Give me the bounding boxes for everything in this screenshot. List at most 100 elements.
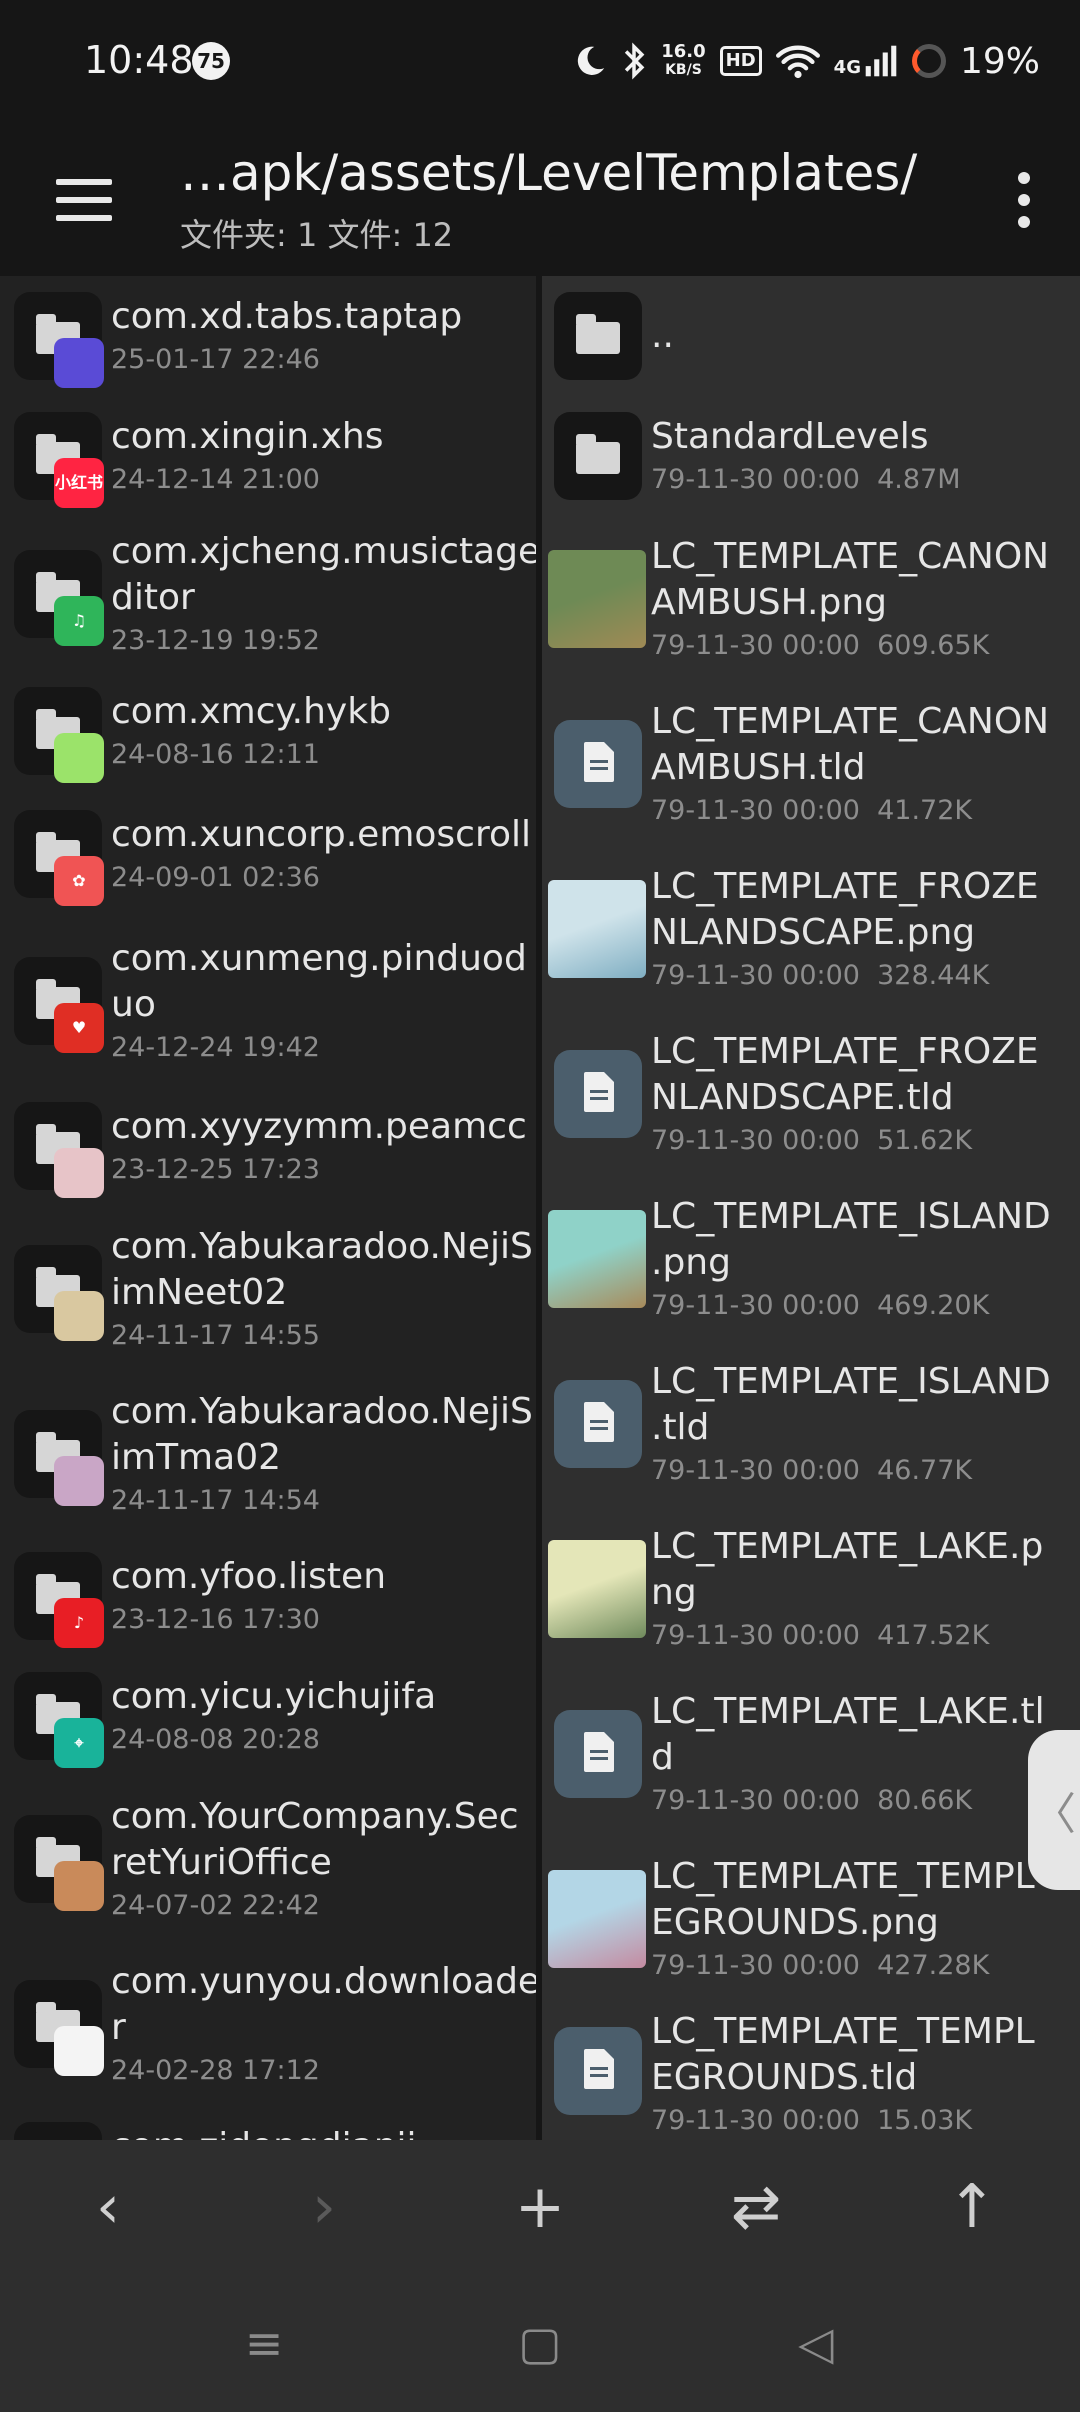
add-button[interactable]: + xyxy=(490,2157,590,2257)
item-name: com.Yabukaradoo.NejiS imTma02 xyxy=(111,1390,533,1478)
document-line xyxy=(590,2073,608,2077)
item-name: LC_TEMPLATE_ISLAND .tld xyxy=(651,1360,1051,1448)
app-icon xyxy=(54,733,104,783)
document-line xyxy=(590,1749,608,1753)
right-file-item[interactable]: LC_TEMPLATE_TEMPL EGROUNDS.tld 79-11-30 0… xyxy=(542,2001,1080,2140)
image-thumbnail xyxy=(548,1869,646,1968)
folder-icon xyxy=(554,412,642,500)
item-meta: 24-08-16 12:11 xyxy=(111,739,320,770)
moon-icon xyxy=(578,46,605,75)
image-thumbnail xyxy=(548,1539,646,1638)
item-name: com.xuncorp.emoscroll xyxy=(111,813,532,855)
document-icon xyxy=(554,1049,642,1138)
forward-button[interactable]: › xyxy=(274,2157,374,2257)
right-file-item[interactable]: LC_TEMPLATE_ISLAND .png 79-11-30 00:00 46… xyxy=(542,1176,1080,1341)
document-icon xyxy=(554,1709,642,1798)
system-back-button[interactable]: ◁ xyxy=(771,2298,861,2388)
folder-file-count: 文件夹: 1 文件: 12 xyxy=(180,216,454,254)
document-line xyxy=(590,2066,608,2070)
item-name: LC_TEMPLATE_CANON AMBUSH.png xyxy=(651,535,1050,623)
left-list-item[interactable]: ✿ com.xuncorp.emoscroll 24-09-01 02:36 xyxy=(0,791,536,916)
item-name: com.xmcy.hykb xyxy=(111,691,391,732)
item-meta: 23-12-16 17:30 xyxy=(111,1604,320,1635)
item-name: com.zidongdianji xyxy=(111,2124,417,2140)
left-list-item[interactable]: com.Yabukaradoo.NejiS imNeet02 24-11-17 1… xyxy=(0,1206,536,1371)
item-name: LC_TEMPLATE_FROZE NLANDSCAPE.png xyxy=(651,865,1039,953)
right-file-item[interactable]: LC_TEMPLATE_ISLAND .tld 79-11-30 00:00 46… xyxy=(542,1341,1080,1506)
image-thumbnail xyxy=(548,1209,646,1308)
item-meta: 79-11-30 00:00 328.44K xyxy=(651,959,990,991)
document-icon xyxy=(554,1379,642,1468)
item-meta: 79-11-30 00:00 4.87M xyxy=(651,464,961,495)
right-file-item[interactable]: LC_TEMPLATE_FROZE NLANDSCAPE.tld 79-11-30… xyxy=(542,1011,1080,1176)
app-icon xyxy=(54,1455,104,1506)
item-meta: 79-11-30 00:00 15.03K xyxy=(651,2105,973,2136)
item-meta: 79-11-30 00:00 427.28K xyxy=(651,1949,990,1981)
right-file-item[interactable]: LC_TEMPLATE_LAKE.p ng 79-11-30 00:00 417.… xyxy=(542,1506,1080,1671)
item-name: StandardLevels xyxy=(651,416,929,457)
item-meta: 79-11-30 00:00 80.66K xyxy=(651,1784,973,1816)
item-name: LC_TEMPLATE_CANON AMBUSH.tld xyxy=(651,700,1050,788)
network-type: 4G xyxy=(833,57,861,78)
network-speed-value: 16.0 xyxy=(661,41,706,62)
back-button[interactable]: ‹ xyxy=(58,2157,158,2257)
left-list-item[interactable]: com.xd.tabs.taptap 25-01-17 22:46 xyxy=(0,276,536,396)
left-list-item[interactable]: com.yunyou.downloade r 24-02-28 17:12 xyxy=(0,1941,536,2106)
right-file-item[interactable]: LC_TEMPLATE_FROZE NLANDSCAPE.png 79-11-30… xyxy=(542,846,1080,1011)
item-meta: 79-11-30 00:00 609.65K xyxy=(651,629,990,661)
document-icon xyxy=(554,2026,642,2115)
document-line xyxy=(590,1756,608,1760)
document-shape xyxy=(584,741,614,782)
left-list-item[interactable]: ⌖ com.yicu.yichujifa 24-08-08 20:28 xyxy=(0,1656,536,1776)
swap-panes-button[interactable]: ⇄ xyxy=(706,2157,806,2257)
app-icon: ♫ xyxy=(54,595,104,646)
item-name: com.xyyzymm.peamcc xyxy=(111,1106,527,1147)
item-meta: 23-12-25 17:23 xyxy=(111,1154,320,1185)
left-file-pane[interactable]: com.xd.tabs.taptap 25-01-17 22:46 小红书 com.x… xyxy=(0,276,536,2140)
parent-folder-button[interactable]: ↑ xyxy=(922,2157,1022,2257)
notification-count-badge: 75 xyxy=(192,42,230,80)
right-file-item[interactable]: LC_TEMPLATE_TEMPL EGROUNDS.png 79-11-30 0… xyxy=(542,1836,1080,2001)
image-thumbnail xyxy=(548,549,646,648)
recents-button[interactable]: ≡ xyxy=(219,2298,309,2388)
menu-button[interactable] xyxy=(44,164,124,236)
right-folder-item[interactable]: StandardLevels 79-11-30 00:00 4.87M xyxy=(542,396,1080,516)
item-name: com.yicu.yichujifa xyxy=(111,1676,437,1717)
item-name: com.yunyou.downloade r xyxy=(111,1960,536,2048)
left-list-item[interactable]: ♫ com.xjcheng.musictage ditor 23-12-19 19:… xyxy=(0,516,536,671)
bluetooth-icon xyxy=(625,42,645,80)
document-shape xyxy=(584,1401,614,1442)
item-meta: 79-11-30 00:00 41.72K xyxy=(651,794,973,826)
right-folder-item[interactable]: .. xyxy=(542,276,1080,396)
app-icon xyxy=(54,1148,104,1198)
app-icon: ♪ xyxy=(54,1598,104,1648)
more-options-button[interactable] xyxy=(992,160,1056,240)
app-icon xyxy=(54,338,104,388)
item-meta: 23-12-19 19:52 xyxy=(111,624,320,656)
app-icon xyxy=(54,1860,104,1911)
item-meta: 79-11-30 00:00 51.62K xyxy=(651,1124,973,1156)
battery-percentage: 19% xyxy=(959,40,1040,82)
left-list-item[interactable]: com.xyyzymm.peamcc 23-12-25 17:23 xyxy=(0,1086,536,1206)
app-icon xyxy=(54,2025,104,2076)
left-list-item[interactable]: com.zidongdianji xyxy=(0,2106,536,2140)
item-meta: 24-09-01 02:36 xyxy=(111,861,320,893)
left-list-item[interactable]: ♥ com.xunmeng.pinduod uo 24-12-24 19:42 xyxy=(0,916,536,1086)
left-list-item[interactable]: com.xmcy.hykb 24-08-16 12:11 xyxy=(0,671,536,791)
right-file-item[interactable]: LC_TEMPLATE_CANON AMBUSH.tld 79-11-30 00:… xyxy=(542,681,1080,846)
item-name: com.xingin.xhs xyxy=(111,416,384,457)
left-list-item[interactable]: com.YourCompany.Sec retYuriOffice 24-07-0… xyxy=(0,1776,536,1941)
home-button[interactable]: ▢ xyxy=(495,2298,585,2388)
current-path[interactable]: …apk/assets/LevelTemplates/ xyxy=(180,144,917,202)
left-list-item[interactable]: com.Yabukaradoo.NejiS imTma02 24-11-17 14… xyxy=(0,1371,536,1536)
document-line xyxy=(590,766,608,770)
app-icon: ✿ xyxy=(54,855,104,906)
right-file-item[interactable]: LC_TEMPLATE_LAKE.tl d 79-11-30 00:00 80.6… xyxy=(542,1671,1080,1836)
item-meta: 24-02-28 17:12 xyxy=(111,2054,320,2086)
left-list-item[interactable]: 小红书 com.xingin.xhs 24-12-14 21:00 xyxy=(0,396,536,516)
edge-panel-handle[interactable]: 〈 xyxy=(1028,1730,1080,1890)
right-file-pane[interactable]: .. StandardLevels 79-11-30 00:00 4.87M LC_T… xyxy=(542,276,1080,2140)
document-line xyxy=(590,1089,608,1093)
left-list-item[interactable]: ♪ com.yfoo.listen 23-12-16 17:30 xyxy=(0,1536,536,1656)
right-file-item[interactable]: LC_TEMPLATE_CANON AMBUSH.png 79-11-30 00:… xyxy=(542,516,1080,681)
